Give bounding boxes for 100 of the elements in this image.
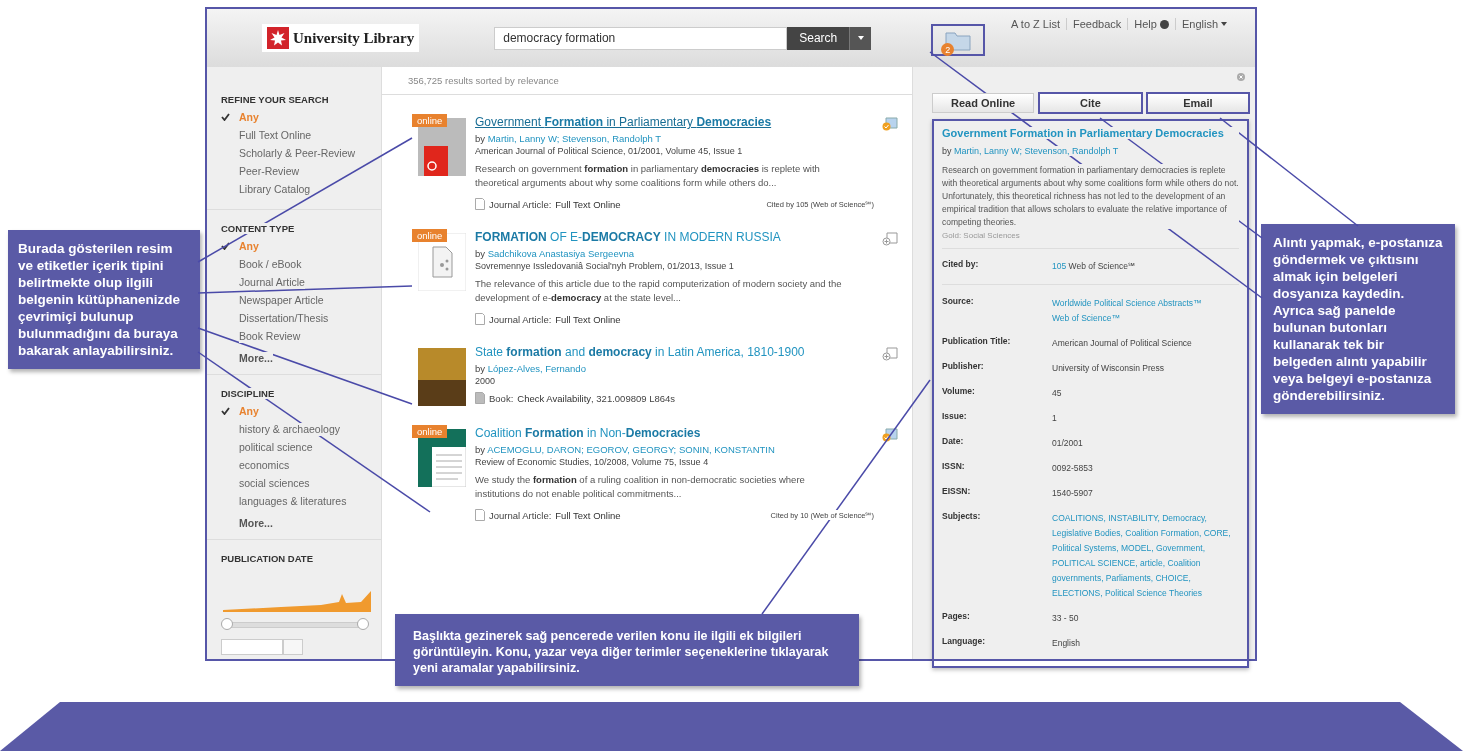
facet-option[interactable]: Newspaper Article — [239, 294, 324, 307]
search-field[interactable]: democracy formation — [494, 26, 788, 50]
close-icon[interactable] — [1237, 73, 1245, 81]
facet-option[interactable]: history & archaeology — [239, 423, 340, 436]
header-link[interactable]: A to Z List — [1005, 18, 1066, 30]
callout-note: Alıntı yapmak, e-postanıza göndermek ve çıktısını almak için belgeleri dosyanıza kaydedin. Ayrıca sağ panelde bulunan butonları kullanarak tek bir belgeden alıntı yapabilir veya belgeyi e-postanıza gönderebilirsiniz. — [1261, 224, 1455, 414]
call-number: , 321.009809 L864s — [591, 392, 676, 404]
field-value: English — [1052, 638, 1080, 648]
facet-heading: PUBLICATION DATE — [221, 553, 313, 564]
facet-option[interactable]: Book / eBook — [239, 258, 302, 271]
saved-folder-button[interactable]: 2 — [933, 26, 984, 54]
field-label: Volume: — [942, 386, 975, 396]
field-label: Pages: — [942, 611, 970, 621]
availability-link[interactable]: Full Text Online — [555, 509, 621, 521]
author-link[interactable]: Stevenson, Randolph T — [561, 133, 662, 144]
date-input-field[interactable] — [221, 639, 283, 655]
count-badge: 2 — [941, 43, 955, 56]
caret-icon — [857, 36, 864, 40]
header-link[interactable]: Feedback — [1066, 18, 1128, 30]
facet-option[interactable]: Journal Article — [239, 276, 305, 289]
callout-note: Burada gösterilen resim ve etiketler içerik tipini belirtmekte olup ilgili belgenin kütüphanenizde çevrimiçi bulunup bulunmadığını da buraya bakarak anlayabilirsiniz. — [8, 230, 200, 369]
result-source: Sovremennye Issledovaniâ Social'nyh Problem, 01/2013, Issue 1 — [475, 261, 735, 271]
availability-link[interactable]: Full Text Online — [555, 313, 621, 325]
add-to-folder-icon[interactable] — [882, 347, 898, 361]
facet-option[interactable]: Book Review — [239, 330, 301, 343]
add-to-folder-icon[interactable] — [882, 232, 898, 246]
field-value: 1 — [1052, 413, 1057, 423]
detail-action-button[interactable]: Email — [1146, 93, 1249, 113]
facet-option[interactable]: Full Text Online — [239, 129, 312, 142]
result-snippet: The relevance of this article due to the rapid computerization of modern society and the development of e-democracy at the state level... — [475, 277, 843, 305]
field-value: 33 - 50 — [1052, 613, 1079, 623]
result-title-link[interactable]: FORMATION OF E-DEMOCRACY IN MODERN RUSSIA — [475, 230, 882, 244]
author-link[interactable]: Martin, Lanny W; — [954, 146, 1022, 156]
by-label: by — [475, 444, 486, 455]
result-snippet: Research on government formation in parliamentary democracies is replete with theoretical arguments about why some coalitions form while others do... — [475, 162, 821, 190]
author-link[interactable]: Stevenson, Randolph T — [1024, 146, 1119, 156]
result-source: 2000 — [475, 376, 497, 386]
availability-link[interactable]: Check Availability — [517, 392, 592, 404]
field-label: Date: — [942, 436, 964, 446]
field-value: University of Wisconsin Press — [1052, 363, 1164, 373]
detail-action-button[interactable]: Read Online — [932, 93, 1035, 113]
library-logo[interactable]: University Library — [262, 24, 420, 52]
facet-heading: DISCIPLINE — [221, 388, 275, 399]
field-label: Language: — [942, 636, 985, 646]
author-link[interactable]: ACEMOGLU, DARON; — [487, 444, 584, 455]
search-button[interactable]: Search — [787, 26, 850, 50]
facet-option[interactable]: economics — [239, 459, 290, 472]
detail-action-button[interactable]: Cite — [1039, 93, 1142, 113]
header-link[interactable]: Help — [1127, 18, 1175, 30]
document-icon — [475, 509, 485, 521]
book-cover-photo-placeholder — [418, 348, 466, 406]
journal-cover-drawing — [418, 429, 466, 487]
field-label: EISSN: — [942, 486, 971, 496]
field-value: Web of Science℠ — [1068, 261, 1135, 271]
saved-folder-icon[interactable] — [882, 428, 898, 442]
online-tag: online — [412, 229, 448, 242]
document-icon — [475, 313, 485, 325]
author-link[interactable]: López-Alves, Fernando — [487, 363, 586, 374]
field-label: Cited by: — [942, 259, 979, 269]
field-link[interactable]: 105 — [1052, 261, 1067, 271]
result-title-link[interactable]: State formation and democracy in Latin America, 1810-1900 — [475, 345, 882, 359]
results-count: 356,725 results sorted by — [408, 75, 515, 86]
author-link[interactable]: Sadchikova Anastasiya Sergeevna — [487, 248, 634, 259]
facet-option[interactable]: Peer-Review — [239, 165, 300, 178]
result-title-link[interactable]: Government Formation in Parliamentary Democracies — [475, 115, 882, 129]
field-value: 0092-5853 — [1052, 463, 1093, 473]
author-link[interactable]: SONIN, KONSTANTIN — [678, 444, 775, 455]
facet-option[interactable]: Library Catalog — [239, 183, 311, 196]
availability-link[interactable]: Full Text Online — [555, 198, 621, 210]
online-tag: online — [412, 425, 448, 438]
help-icon — [1159, 19, 1169, 29]
header-link[interactable]: English — [1174, 18, 1233, 30]
more-link[interactable]: More... — [239, 352, 273, 364]
field-value: American Journal of Political Science — [1052, 338, 1192, 348]
online-tag: online — [412, 114, 448, 127]
field-label: Issue: — [942, 411, 967, 421]
facet-option[interactable]: social sciences — [239, 477, 310, 490]
field-label: Publisher: — [942, 361, 984, 371]
by-label: by — [475, 248, 486, 259]
content-type: Book: — [489, 392, 514, 404]
document-icon — [418, 233, 466, 291]
search-options-button[interactable] — [849, 26, 872, 50]
sort-link[interactable]: relevance — [517, 75, 559, 86]
by-label: by — [475, 363, 486, 374]
content-type: Journal Article: — [489, 198, 552, 210]
field-label: ISSN: — [942, 461, 965, 471]
facet-option[interactable]: Scholarly & Peer-Review — [239, 147, 356, 160]
facet-option[interactable]: languages & literatures — [239, 495, 347, 508]
author-link[interactable]: EGOROV, GEORGY; — [586, 444, 677, 455]
facet-option[interactable]: political science — [239, 441, 313, 454]
calendar-button[interactable] — [283, 639, 303, 655]
result-title-link[interactable]: Coalition Formation in Non-Democracies — [475, 426, 882, 440]
book-icon — [475, 392, 485, 404]
more-link[interactable]: More... — [239, 517, 273, 529]
by-label: by — [942, 146, 952, 156]
date-range-slider[interactable] — [221, 618, 369, 630]
record-abstract: Research on government formation in parliamentary democracies is replete with theoretical arguments about why some coalitions form while others do not. Unfortunately, this theoretical richness has not led to the development of an empirical tradition that allows scholars to evaluate the relative importance of competing theories. — [942, 164, 1239, 229]
facet-option[interactable]: Dissertation/Thesis — [239, 312, 329, 325]
author-link[interactable]: Martin, Lanny W; — [487, 133, 560, 144]
folder-icon — [945, 29, 972, 51]
